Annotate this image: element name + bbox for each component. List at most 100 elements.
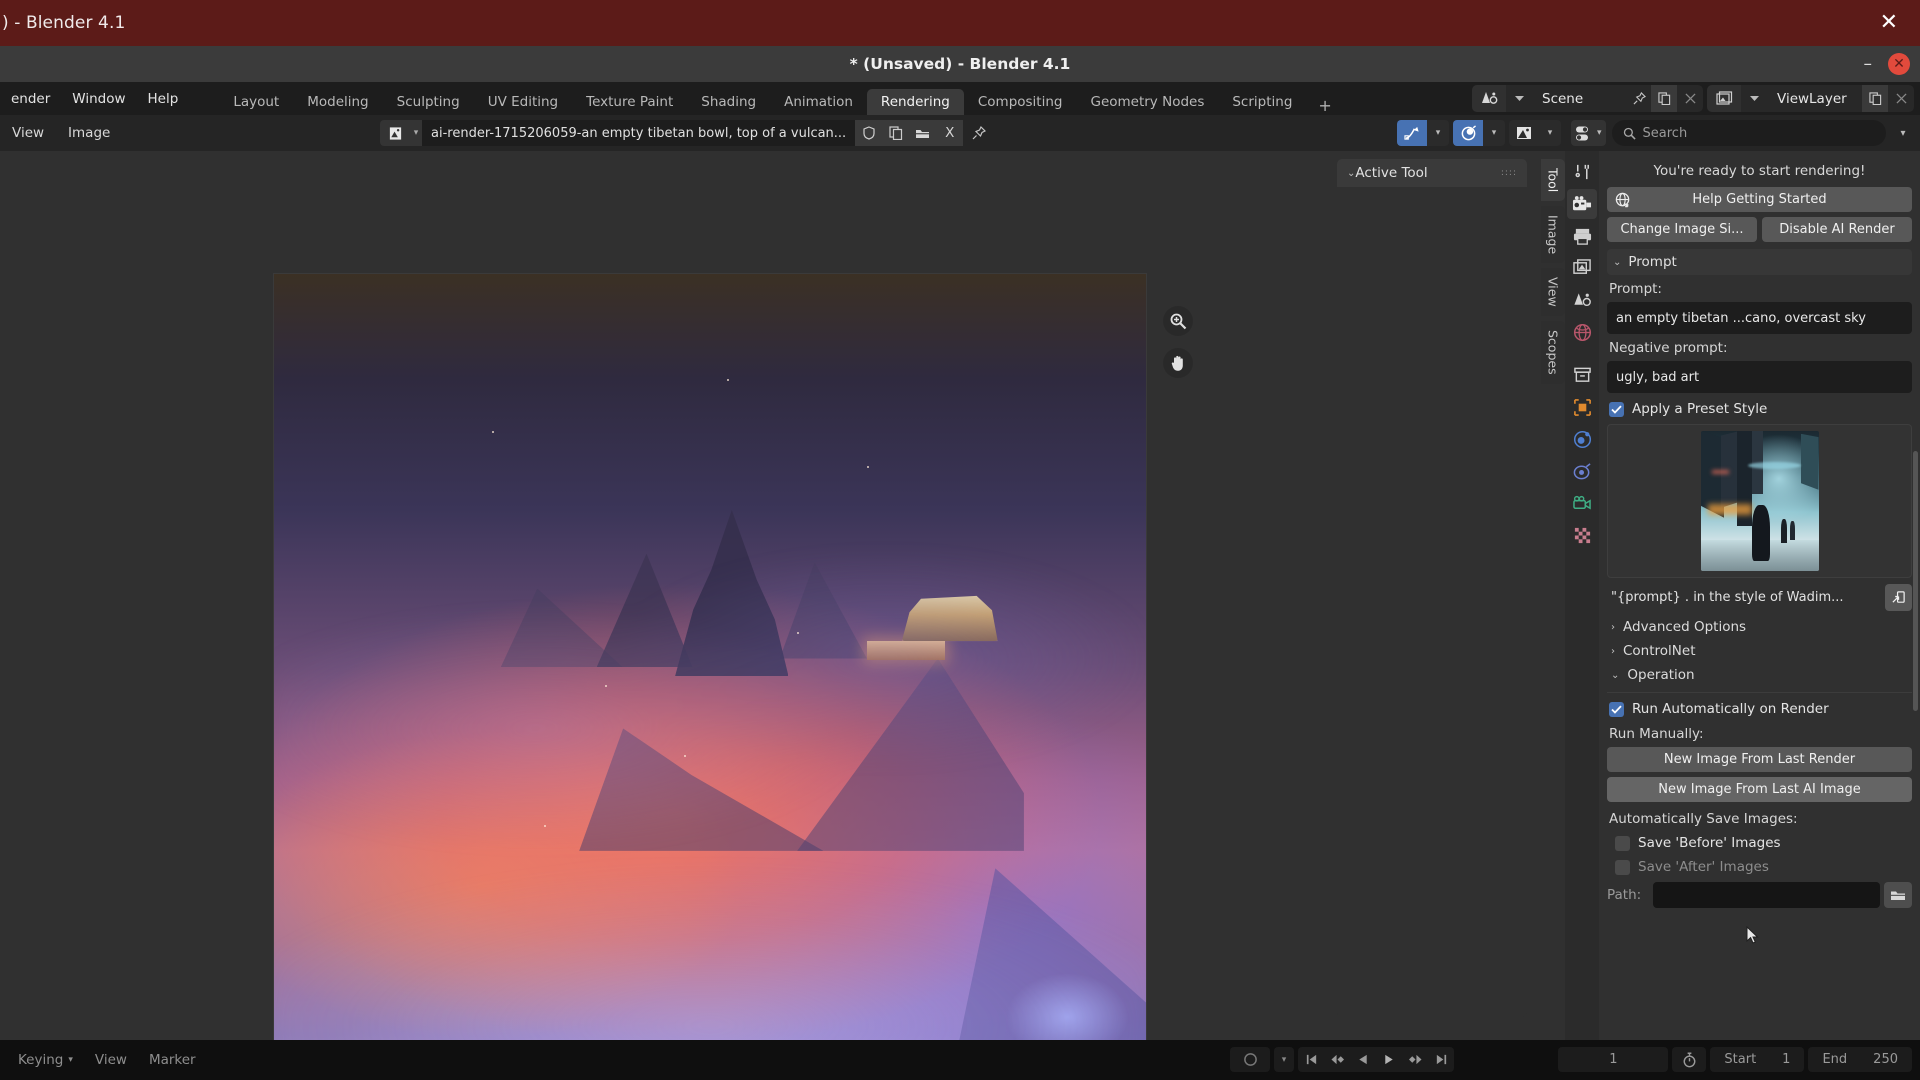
- tab-uv-editing[interactable]: UV Editing: [474, 89, 572, 115]
- sidebar-tab-tool[interactable]: Tool: [1541, 159, 1565, 202]
- particles-tab[interactable]: [1567, 456, 1597, 486]
- change-image-size-button[interactable]: Change Image Si...: [1607, 217, 1757, 242]
- stopwatch-icon[interactable]: [1672, 1047, 1707, 1072]
- prompt-input[interactable]: an empty tibetan ...cano, overcast sky: [1607, 302, 1912, 334]
- negative-prompt-input[interactable]: ugly, bad art: [1607, 361, 1912, 393]
- tab-compositing[interactable]: Compositing: [964, 89, 1077, 115]
- render-tab[interactable]: [1567, 189, 1597, 219]
- menu-blender[interactable]: ender: [0, 82, 61, 115]
- view-layer-name[interactable]: ViewLayer: [1767, 91, 1862, 107]
- preset-style-preview[interactable]: [1607, 424, 1912, 578]
- world-tab[interactable]: [1567, 317, 1597, 347]
- tab-geometry-nodes[interactable]: Geometry Nodes: [1076, 89, 1218, 115]
- timeline-menu-marker[interactable]: Marker: [139, 1052, 206, 1068]
- add-workspace-button[interactable]: +: [1306, 96, 1343, 115]
- scene-name[interactable]: Scene: [1532, 91, 1627, 107]
- tab-texture-paint[interactable]: Texture Paint: [572, 89, 687, 115]
- image-display-mode-toggle[interactable]: ▾: [1509, 120, 1561, 146]
- shield-icon[interactable]: [855, 120, 883, 146]
- record-circle-icon[interactable]: [1230, 1047, 1270, 1072]
- hand-icon[interactable]: [1163, 348, 1193, 378]
- scene-dropdown-icon[interactable]: [1506, 85, 1532, 112]
- os-close-button[interactable]: ✕: [1880, 12, 1898, 34]
- menu-window[interactable]: Window: [61, 82, 136, 115]
- collection-tab[interactable]: [1567, 360, 1597, 390]
- pin-icon[interactable]: [1627, 85, 1651, 112]
- folder-icon[interactable]: [909, 120, 937, 146]
- view-layer-copy-icon[interactable]: [1862, 85, 1888, 112]
- tool-tab[interactable]: [1567, 157, 1597, 187]
- tab-modeling[interactable]: Modeling: [293, 89, 382, 115]
- tab-shading[interactable]: Shading: [687, 89, 770, 115]
- modifiers-tab[interactable]: [1567, 424, 1597, 454]
- image-pin-icon[interactable]: [963, 120, 995, 146]
- search-input[interactable]: Search: [1611, 120, 1886, 146]
- folder-icon[interactable]: [1884, 882, 1912, 908]
- properties-scrollbar[interactable]: [1913, 451, 1918, 711]
- apply-preset-style-checkbox[interactable]: Apply a Preset Style: [1609, 401, 1912, 417]
- sidebar-tab-scopes[interactable]: Scopes: [1541, 321, 1565, 384]
- keying-dropdown[interactable]: Keying ▾: [8, 1052, 83, 1068]
- auto-key-dropdown-icon[interactable]: ▾: [1274, 1047, 1294, 1072]
- image-type-icon[interactable]: [380, 120, 410, 146]
- filter-icon[interactable]: ▾: [1571, 120, 1606, 146]
- jump-to-start-button[interactable]: [1298, 1047, 1324, 1072]
- menu-help[interactable]: Help: [137, 82, 190, 115]
- texture-tab[interactable]: [1567, 520, 1597, 550]
- save-after-images-checkbox[interactable]: Save 'After' Images: [1615, 859, 1912, 875]
- path-input[interactable]: [1653, 882, 1880, 908]
- sidebar-tab-image[interactable]: Image: [1541, 206, 1565, 264]
- tab-rendering[interactable]: Rendering: [866, 89, 964, 115]
- tab-scripting[interactable]: Scripting: [1218, 89, 1306, 115]
- view-layer-dropdown-icon[interactable]: [1741, 85, 1767, 112]
- magnifier-icon[interactable]: [1163, 306, 1193, 336]
- image-name[interactable]: ai-render-1715206059-an empty tibetan bo…: [422, 120, 856, 146]
- view-transform-icon[interactable]: [1453, 120, 1483, 146]
- frame-range-start[interactable]: Start 1: [1710, 1047, 1805, 1072]
- drag-grip-icon[interactable]: ::::: [1501, 168, 1517, 178]
- play-reverse-button[interactable]: [1350, 1047, 1376, 1072]
- current-frame-field[interactable]: 1: [1558, 1047, 1669, 1072]
- new-image-icon[interactable]: [882, 120, 910, 146]
- display-channels-dropdown-icon[interactable]: ▾: [1427, 120, 1449, 146]
- tab-animation[interactable]: Animation: [770, 89, 867, 115]
- run-automatically-checkbox[interactable]: Run Automatically on Render: [1609, 701, 1912, 717]
- scene-selector[interactable]: Scene: [1472, 85, 1703, 112]
- view-layer-close-icon[interactable]: [1888, 85, 1914, 112]
- output-tab[interactable]: [1567, 221, 1597, 251]
- tab-layout[interactable]: Layout: [219, 89, 293, 115]
- active-tool-panel-header[interactable]: ⌄ Active Tool ::::: [1337, 159, 1527, 187]
- view-transform-dropdown-icon[interactable]: ▾: [1483, 120, 1505, 146]
- scene-tab[interactable]: [1567, 285, 1597, 315]
- prompt-section-header[interactable]: ⌄ Prompt: [1607, 249, 1912, 275]
- tab-sculpting[interactable]: Sculpting: [383, 89, 474, 115]
- object-data-tab[interactable]: [1567, 488, 1597, 518]
- advanced-options-header[interactable]: › Advanced Options: [1607, 615, 1912, 639]
- unlink-image-button[interactable]: X: [936, 120, 964, 146]
- jump-to-end-button[interactable]: [1428, 1047, 1454, 1072]
- timeline-menu-view[interactable]: View: [85, 1052, 137, 1068]
- play-button[interactable]: [1376, 1047, 1402, 1072]
- scene-copy-icon[interactable]: [1651, 85, 1677, 112]
- disable-ai-render-button[interactable]: Disable AI Render: [1762, 217, 1912, 242]
- view-transform-toggle[interactable]: ▾: [1453, 120, 1505, 146]
- new-image-from-last-ai-image-button[interactable]: New Image From Last AI Image: [1607, 777, 1912, 802]
- display-channels-toggle[interactable]: ▾: [1397, 120, 1449, 146]
- image-editor-canvas[interactable]: ⌄ Active Tool :::: Tool Image View Scope…: [0, 151, 1565, 1040]
- window-close-button[interactable]: ✕: [1888, 53, 1910, 75]
- scene-close-icon[interactable]: [1677, 85, 1703, 112]
- open-external-icon[interactable]: [1885, 584, 1912, 611]
- controlnet-header[interactable]: › ControlNet: [1607, 639, 1912, 663]
- image-editor-menu-image[interactable]: Image: [56, 125, 122, 141]
- window-minimize-button[interactable]: –: [1864, 54, 1873, 74]
- sidebar-tab-view[interactable]: View: [1541, 268, 1565, 317]
- prev-keyframe-button[interactable]: [1324, 1047, 1350, 1072]
- help-getting-started-button[interactable]: Help Getting Started: [1607, 187, 1912, 212]
- frame-range-end[interactable]: End 250: [1808, 1047, 1912, 1072]
- object-tab[interactable]: [1567, 392, 1597, 422]
- next-keyframe-button[interactable]: [1402, 1047, 1428, 1072]
- operation-header[interactable]: ⌄ Operation: [1607, 663, 1912, 687]
- image-display-mode-icon[interactable]: [1509, 120, 1539, 146]
- new-image-from-last-render-button[interactable]: New Image From Last Render: [1607, 747, 1912, 772]
- properties-options-dropdown-icon[interactable]: ▾: [1892, 120, 1914, 146]
